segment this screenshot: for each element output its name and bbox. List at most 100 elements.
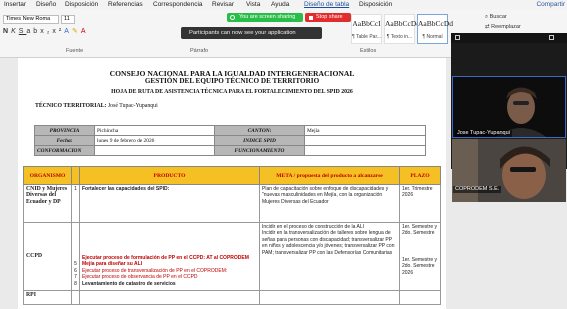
product-item: Levantamiento de catastro de servicios bbox=[82, 280, 176, 287]
fecha-value: lunes 9 de febrero de 2026 bbox=[94, 135, 215, 146]
conformacion-value bbox=[94, 145, 215, 156]
participant-name: COPRODEM S.E. bbox=[453, 186, 502, 193]
group-label-paragraph: Párrafo bbox=[190, 48, 209, 54]
replace-button[interactable]: ⇄ Reemplazar bbox=[485, 24, 521, 30]
sharing-icon bbox=[230, 15, 235, 20]
tab-vista[interactable]: Vista bbox=[246, 0, 260, 9]
highlight-button[interactable]: ✎ bbox=[72, 28, 81, 35]
stop-share-button[interactable]: Stop share bbox=[305, 13, 351, 22]
provincia-label: PROVINCIA bbox=[34, 125, 95, 136]
doc-heading: HOJA DE RUTA DE ASISTENCIA TÉCNICA PARA … bbox=[111, 89, 353, 95]
style-texto-in[interactable]: AaBbCcDc ¶ Texto in... bbox=[384, 14, 420, 44]
participant-name: Jose Tupac-Yupanqui bbox=[455, 130, 512, 137]
expand-icon[interactable] bbox=[549, 35, 554, 40]
item-num: 8 bbox=[74, 280, 77, 287]
meta-cell: Plan de capacitación sobre enfoque de di… bbox=[259, 184, 400, 223]
doc-subtitle: GESTIÓN DEL EQUIPO TÉCNICO DE TERRITORIO bbox=[144, 77, 320, 85]
share-button[interactable]: Compartir bbox=[536, 0, 565, 9]
plazo-item: 1er. Semestre y 2do. Semestre bbox=[402, 224, 438, 237]
person-silhouette-icon bbox=[495, 87, 547, 137]
conformacion-label: CONFORMACION bbox=[34, 145, 95, 156]
stop-share-label: Stop share bbox=[316, 14, 343, 20]
header-producto: PRODUCTO bbox=[79, 166, 260, 185]
subscript-button[interactable]: x₂ bbox=[40, 28, 52, 35]
item-num: 5 bbox=[74, 261, 77, 268]
table-row: CCPD 5 6 7 8 Ejecutar proceso de formula… bbox=[23, 222, 441, 291]
italic-button[interactable]: K bbox=[11, 28, 19, 35]
tab-insertar[interactable]: Insertar bbox=[4, 0, 26, 9]
plazo-cell: 1er. Trimestre 2026 bbox=[399, 184, 441, 223]
style-name: ¶ Table Par... bbox=[352, 34, 381, 40]
layout-icon[interactable] bbox=[455, 35, 460, 40]
font-name-box[interactable]: Times New Roma bbox=[3, 15, 59, 24]
tab-referencias[interactable]: Referencias bbox=[108, 0, 143, 9]
funcionamiento-value bbox=[304, 145, 426, 156]
tecnico-value: José Tupac-Yupanqui bbox=[107, 103, 158, 109]
group-label-styles: Estilos bbox=[360, 48, 377, 54]
search-label: Buscar bbox=[489, 14, 507, 20]
tecnico-line: TÉCNICO TERRITORIAL: José Tupac-Yupanqui bbox=[35, 103, 158, 109]
provincia-value: Pichincha bbox=[94, 125, 215, 136]
tecnico-label: TÉCNICO TERRITORIAL: bbox=[35, 103, 107, 109]
stop-icon bbox=[309, 15, 313, 20]
document-page[interactable]: CONSEJO NACIONAL PARA LA IGUALDAD INTERG… bbox=[18, 58, 446, 309]
text-effects-button[interactable]: A bbox=[64, 28, 72, 35]
tab-disposicion-tabla[interactable]: Disposición bbox=[359, 0, 392, 9]
product-cell: Fortalecer las capacidades del SPID: bbox=[79, 184, 260, 223]
indice-value bbox=[304, 135, 426, 146]
meta-cell: Incidir en el proceso de construcción de… bbox=[259, 222, 400, 291]
header-meta: META / propuesta del producto a alcanzar… bbox=[259, 166, 400, 185]
header-organismo: ORGANISMO bbox=[23, 166, 72, 185]
org-cell: CCPD bbox=[23, 222, 72, 291]
funcionamiento-label: FUNCIONAMIENTO bbox=[214, 145, 305, 156]
search-button[interactable]: ⌕ Buscar bbox=[485, 14, 507, 21]
tab-revisar[interactable]: Revisar bbox=[212, 0, 234, 9]
screen-sharing-indicator[interactable]: You are screen sharing bbox=[227, 13, 303, 22]
header-plazo: PLAZO bbox=[399, 166, 441, 185]
table-row: RPI bbox=[23, 290, 441, 305]
plazo-item: 1er. Semestre y 2do. Semestre 2026 bbox=[402, 256, 438, 276]
style-sample: AaBbCcDc bbox=[385, 19, 420, 28]
font-color-button[interactable]: A bbox=[81, 28, 89, 35]
meta-item: Incidir en la transversalización de tall… bbox=[262, 230, 395, 256]
style-sample: AaBbCcDd bbox=[418, 19, 453, 28]
num-cell bbox=[71, 290, 80, 305]
style-sample: AaBbCcI bbox=[352, 19, 381, 28]
info-table: PROVINCIA Pichincha CANTON: Mejía Fecha:… bbox=[34, 125, 426, 156]
num-cell: 5 6 7 8 bbox=[71, 222, 80, 291]
tab-correspondencia[interactable]: Correspondencia bbox=[153, 0, 203, 9]
strikethrough-button[interactable]: ab bbox=[26, 28, 40, 35]
tab-diseno[interactable]: Diseño bbox=[36, 0, 56, 9]
indice-label: INDICE SPID bbox=[214, 135, 305, 146]
org-cell: RPI bbox=[23, 290, 72, 305]
item-num: 7 bbox=[74, 274, 77, 281]
video-tile-jose[interactable]: Jose Tupac-Yupanqui bbox=[452, 76, 566, 138]
tab-ayuda[interactable]: Ayuda bbox=[271, 0, 289, 9]
plazo-cell: 1er. Semestre y 2do. Semestre 1er. Semes… bbox=[399, 222, 441, 291]
replace-label: Reemplazar bbox=[491, 24, 521, 30]
tab-disposicion[interactable]: Disposición bbox=[65, 0, 98, 9]
meta-cell bbox=[259, 290, 400, 305]
table-row: CNID y Mujeres Diversas del Ecuador y DP… bbox=[23, 184, 441, 223]
style-name: ¶ Texto in... bbox=[386, 34, 413, 40]
style-table-par[interactable]: AaBbCcI ¶ Table Par... bbox=[351, 14, 382, 44]
format-buttons: NKSabx₂x²A✎A bbox=[3, 27, 88, 35]
header-num bbox=[71, 166, 80, 185]
style-name: ¶ Normal bbox=[422, 34, 443, 40]
canton-label: CANTON: bbox=[214, 125, 305, 136]
font-size-box[interactable]: 11 bbox=[61, 15, 75, 24]
tab-diseno-tabla[interactable]: Diseño de tabla bbox=[304, 0, 349, 9]
plazo-cell bbox=[399, 290, 441, 305]
superscript-button[interactable]: x² bbox=[52, 28, 64, 35]
video-panel: Jose Tupac-Yupanqui COPRODEM S.E. bbox=[451, 33, 567, 202]
roadmap-table: ORGANISMO PRODUCTO META / propuesta del … bbox=[23, 166, 441, 305]
video-tile-coprodem[interactable]: COPRODEM S.E. bbox=[452, 139, 566, 202]
num-cell: 1 bbox=[71, 184, 80, 223]
bold-button[interactable]: N bbox=[3, 28, 11, 35]
app-window: Insertar Diseño Disposición Referencias … bbox=[0, 0, 567, 309]
canton-value: Mejía bbox=[304, 125, 426, 136]
video-panel-header bbox=[451, 33, 567, 43]
product-cell bbox=[79, 290, 260, 305]
style-normal[interactable]: AaBbCcDd ¶ Normal bbox=[417, 14, 453, 44]
sharing-status-text: You are screen sharing bbox=[239, 14, 296, 20]
